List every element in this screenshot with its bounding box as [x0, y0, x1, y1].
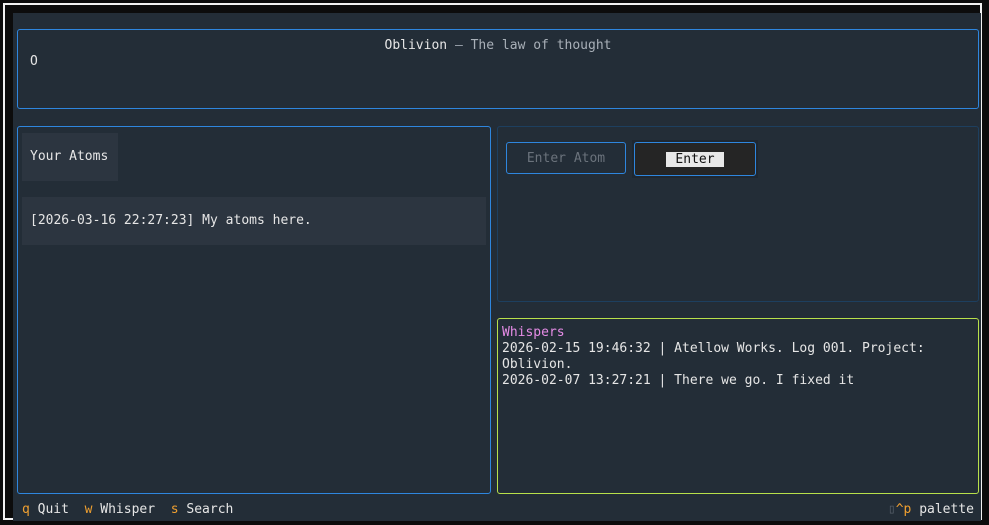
whispers-panel: Whispers 2026-02-15 19:46:32 | Atellow W… — [497, 318, 979, 494]
whisper-line: 2026-02-07 13:27:21 | There we go. I fix… — [502, 373, 855, 388]
header-body-text: O — [30, 54, 38, 69]
whisper-line: 2026-02-15 19:46:32 | Atellow Works. Log… — [502, 341, 933, 372]
palette-binding[interactable]: ▯^p palette — [888, 501, 974, 519]
quit-label: Quit — [37, 502, 69, 517]
whispers-title: Whispers — [502, 325, 565, 340]
app-root: Oblivion — The law of thought O Your Ato… — [13, 13, 981, 521]
footer-keybindings: q Quit w Whisper s Search ▯^p palette — [13, 501, 981, 519]
atom-input[interactable] — [506, 142, 626, 174]
atoms-panel: Your Atoms [2026-03-16 22:27:23] My atom… — [17, 126, 491, 494]
atom-input-panel: Enter — [497, 126, 979, 302]
whisper-binding[interactable]: w Whisper — [85, 502, 155, 517]
page-title: Oblivion — The law of thought — [18, 38, 978, 53]
search-binding[interactable]: s Search — [171, 502, 234, 517]
list-item[interactable]: [2026-03-16 22:27:23] My atoms here. — [22, 197, 486, 245]
header-panel: Oblivion — The law of thought O — [17, 29, 979, 109]
palette-label: palette — [919, 502, 974, 517]
enter-button-wrapper: Enter — [632, 140, 758, 178]
search-label: Search — [186, 502, 234, 517]
title-separator: — — [447, 38, 471, 53]
quit-binding[interactable]: q Quit — [22, 502, 69, 517]
whisper-key: w — [84, 502, 93, 517]
quit-key: q — [22, 502, 30, 517]
app-subtitle: The law of thought — [470, 38, 612, 53]
terminal-window: Oblivion — The law of thought O Your Ato… — [3, 3, 982, 521]
enter-button-label: Enter — [666, 151, 724, 167]
enter-button[interactable]: Enter — [634, 142, 756, 176]
palette-key: ^p — [895, 502, 912, 517]
whisper-label: Whisper — [100, 502, 156, 517]
app-name: Oblivion — [384, 38, 448, 53]
atoms-label: Your Atoms — [22, 133, 118, 181]
palette-icon: ▯ — [887, 502, 896, 517]
search-key: s — [170, 502, 179, 517]
keybinding-list: q Quit w Whisper s Search — [22, 501, 233, 519]
